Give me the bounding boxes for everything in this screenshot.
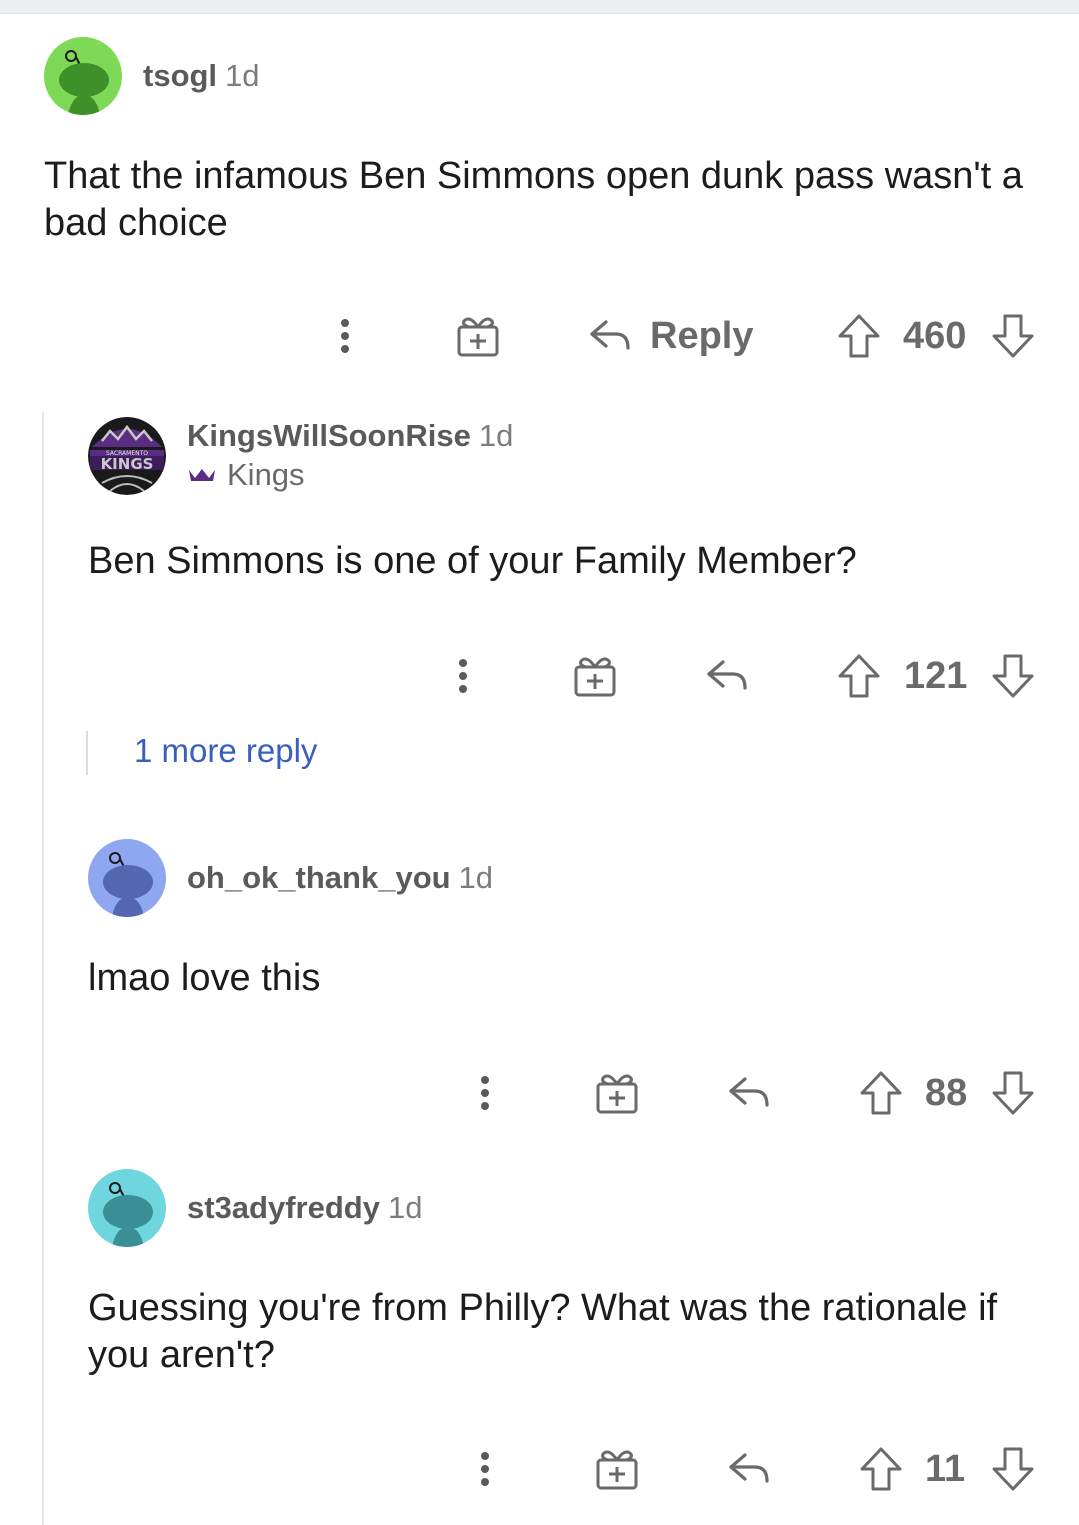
more-options-icon <box>341 319 349 353</box>
upvote-button[interactable] <box>837 646 881 706</box>
snoo-avatar-icon <box>88 1169 166 1247</box>
downvote-button[interactable] <box>991 1063 1035 1123</box>
timestamp: 1d <box>387 1190 423 1225</box>
more-options-icon <box>459 659 467 693</box>
reply-icon <box>729 1453 769 1483</box>
downvote-icon <box>992 1071 1034 1115</box>
reply-button[interactable]: Reply <box>588 306 753 366</box>
snoo-avatar-icon <box>88 839 166 917</box>
upvote-icon <box>838 654 880 698</box>
avatar[interactable]: SACRAMENTO KINGS <box>88 417 166 495</box>
avatar[interactable] <box>88 839 166 917</box>
more-options-icon <box>481 1452 489 1486</box>
downvote-icon <box>992 1447 1034 1491</box>
more-replies-link[interactable]: 1 more reply <box>134 732 317 770</box>
vote-score: 11 <box>925 1447 966 1490</box>
upvote-button[interactable] <box>837 306 881 366</box>
downvote-button[interactable] <box>991 646 1035 706</box>
timestamp: 1d <box>458 860 494 895</box>
username[interactable]: st3adyfreddy 1d <box>187 1190 422 1226</box>
upvote-button[interactable] <box>859 1439 903 1499</box>
user-flair: Kings <box>187 457 305 493</box>
comment-body: lmao love this <box>88 957 321 999</box>
more-options-button[interactable] <box>330 306 360 366</box>
comment-actions: 121 <box>0 646 1079 706</box>
reply-label: Reply <box>650 314 754 357</box>
comment-actions: Reply 460 <box>0 306 1079 366</box>
award-button[interactable] <box>456 306 500 366</box>
award-button[interactable] <box>573 646 617 706</box>
username[interactable]: oh_ok_thank_you 1d <box>187 860 493 896</box>
reply-icon <box>707 660 747 690</box>
reply-button[interactable] <box>727 1063 771 1123</box>
upvote-icon <box>860 1071 902 1115</box>
award-button[interactable] <box>595 1063 639 1123</box>
comment-body: That the infamous Ben Simmons open dunk … <box>44 155 1023 244</box>
avatar[interactable] <box>44 37 122 115</box>
award-icon <box>596 1074 638 1114</box>
comment-body: Ben Simmons is one of your Family Member… <box>88 540 857 582</box>
award-icon <box>457 317 499 357</box>
comment-actions: 88 <box>0 1063 1079 1123</box>
more-options-button[interactable] <box>448 646 478 706</box>
top-divider-bar <box>0 0 1079 14</box>
crown-icon <box>189 469 215 481</box>
avatar[interactable] <box>88 1169 166 1247</box>
timestamp: 1d <box>478 418 514 453</box>
award-button[interactable] <box>595 1439 639 1499</box>
username[interactable]: tsogl 1d <box>143 58 260 94</box>
upvote-icon <box>860 1447 902 1491</box>
comment-actions: 11 <box>0 1439 1079 1499</box>
comment-body: Guessing you're from Philly? What was th… <box>88 1287 998 1376</box>
reply-button[interactable] <box>727 1439 771 1499</box>
reply-button[interactable] <box>705 646 749 706</box>
award-icon <box>596 1450 638 1490</box>
downvote-icon <box>992 314 1034 358</box>
reply-icon <box>729 1077 769 1107</box>
downvote-button[interactable] <box>991 1439 1035 1499</box>
vote-score: 88 <box>925 1071 968 1114</box>
more-options-button[interactable] <box>470 1439 500 1499</box>
upvote-button[interactable] <box>859 1063 903 1123</box>
award-icon <box>574 657 616 697</box>
more-replies-thread-line <box>86 731 88 775</box>
thread-line[interactable] <box>42 412 44 1525</box>
vote-score: 460 <box>903 314 967 357</box>
more-options-button[interactable] <box>470 1063 500 1123</box>
timestamp: 1d <box>225 58 260 93</box>
username[interactable]: KingsWillSoonRise 1d <box>187 418 513 454</box>
reply-icon <box>590 320 630 350</box>
upvote-icon <box>838 314 880 358</box>
snoo-avatar-icon <box>44 37 122 115</box>
vote-score: 121 <box>904 654 968 697</box>
svg-text:KINGS: KINGS <box>101 455 154 473</box>
more-options-icon <box>481 1076 489 1110</box>
sacramento-kings-logo-icon: SACRAMENTO KINGS <box>88 417 166 495</box>
downvote-icon <box>992 654 1034 698</box>
downvote-button[interactable] <box>991 306 1035 366</box>
